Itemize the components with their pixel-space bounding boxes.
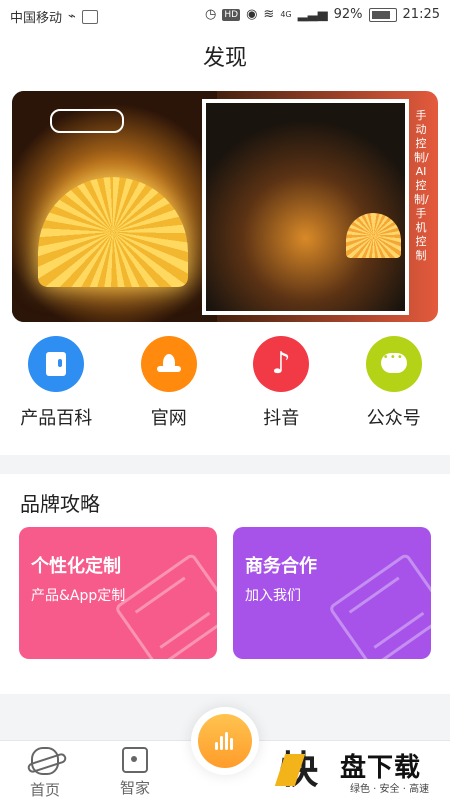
ruler-icon bbox=[114, 552, 217, 659]
watermark-name: 盘下载 bbox=[340, 747, 421, 784]
carrier-text: 中国移动 bbox=[10, 7, 62, 26]
home-icon bbox=[122, 747, 148, 773]
fan-lamp-image bbox=[38, 177, 188, 287]
status-left: 中国移动 ⌁ bbox=[10, 7, 98, 26]
hd-badge: HD bbox=[222, 9, 240, 21]
discover-top-section: 手动控制/AI控制/手机控制 产品百科 官网 ♪ 抖音 公众号 bbox=[0, 82, 450, 455]
voice-wave-icon bbox=[215, 732, 235, 750]
product-encyclopedia-icon bbox=[28, 336, 84, 392]
shortcut-official-site[interactable]: 官网 bbox=[113, 336, 226, 446]
page-header: 发现 bbox=[0, 30, 450, 82]
banner-photo bbox=[202, 99, 409, 315]
eye-icon: ◉ bbox=[246, 7, 257, 22]
shortcut-label: 官网 bbox=[113, 404, 226, 430]
nav-label: 智家 bbox=[100, 777, 170, 798]
status-right: ◷ HD ◉ ≋ 4G ▂▃▅ 92% 21:25 bbox=[205, 7, 440, 22]
handshake-icon bbox=[328, 552, 431, 659]
status-bar: 中国移动 ⌁ ◷ HD ◉ ≋ 4G ▂▃▅ 92% 21:25 bbox=[0, 0, 450, 30]
banner-vertical-text: 手动控制/AI控制/手机控制 bbox=[414, 109, 428, 263]
shortcut-label: 产品百科 bbox=[0, 404, 113, 430]
notification-icon bbox=[82, 10, 98, 24]
chat-icon bbox=[366, 336, 422, 392]
shortcut-wechat-account[interactable]: 公众号 bbox=[338, 336, 450, 446]
logo-mark: 快 bbox=[280, 746, 330, 794]
card-title: 个性化定制 bbox=[31, 552, 121, 578]
watermark-tagline: 绿色 · 安全 · 高速 bbox=[350, 780, 429, 795]
card-subtitle: 产品&App定制 bbox=[31, 585, 125, 605]
section-title: 品牌攻略 bbox=[20, 488, 100, 517]
shortcut-row: 产品百科 官网 ♪ 抖音 公众号 bbox=[0, 336, 450, 446]
shortcut-douyin[interactable]: ♪ 抖音 bbox=[225, 336, 338, 446]
customization-card[interactable]: 个性化定制 产品&App定制 bbox=[19, 527, 217, 659]
page-title: 发现 bbox=[0, 40, 450, 72]
photo-fan-lamp bbox=[346, 213, 401, 258]
nav-label: 首页 bbox=[10, 779, 80, 800]
network-text: 4G bbox=[280, 10, 291, 19]
shortcut-label: 抖音 bbox=[225, 404, 338, 430]
battery-icon bbox=[369, 8, 397, 22]
shortcut-product-encyclopedia[interactable]: 产品百科 bbox=[0, 336, 113, 446]
nav-smart-home[interactable]: 智家 bbox=[100, 747, 170, 798]
banner-lamp-scene bbox=[12, 91, 217, 322]
battery-text: 92% bbox=[334, 7, 363, 22]
business-card[interactable]: 商务合作 加入我们 bbox=[233, 527, 431, 659]
watermark-logo: 快 盘下载 绿色 · 安全 · 高速 bbox=[280, 742, 445, 800]
lotus-icon bbox=[141, 336, 197, 392]
wifi-icon: ≋ bbox=[263, 7, 274, 22]
alarm-icon: ◷ bbox=[205, 7, 216, 22]
voice-button-container bbox=[191, 707, 259, 775]
tiktok-icon: ♪ bbox=[253, 336, 309, 392]
nav-home[interactable]: 首页 bbox=[10, 747, 80, 800]
planet-icon bbox=[31, 747, 59, 775]
time-text: 21:25 bbox=[403, 7, 440, 22]
voice-button[interactable] bbox=[198, 714, 252, 768]
card-subtitle: 加入我们 bbox=[245, 585, 301, 605]
shortcut-label: 公众号 bbox=[338, 404, 450, 430]
brand-guide-section: 品牌攻略 个性化定制 产品&App定制 商务合作 加入我们 bbox=[0, 474, 450, 694]
tmall-618-logo bbox=[50, 109, 124, 133]
promo-banner[interactable]: 手动控制/AI控制/手机控制 bbox=[12, 91, 438, 322]
signal-icon: ▂▃▅ bbox=[298, 7, 328, 22]
usb-icon: ⌁ bbox=[68, 9, 76, 24]
card-title: 商务合作 bbox=[245, 552, 317, 578]
